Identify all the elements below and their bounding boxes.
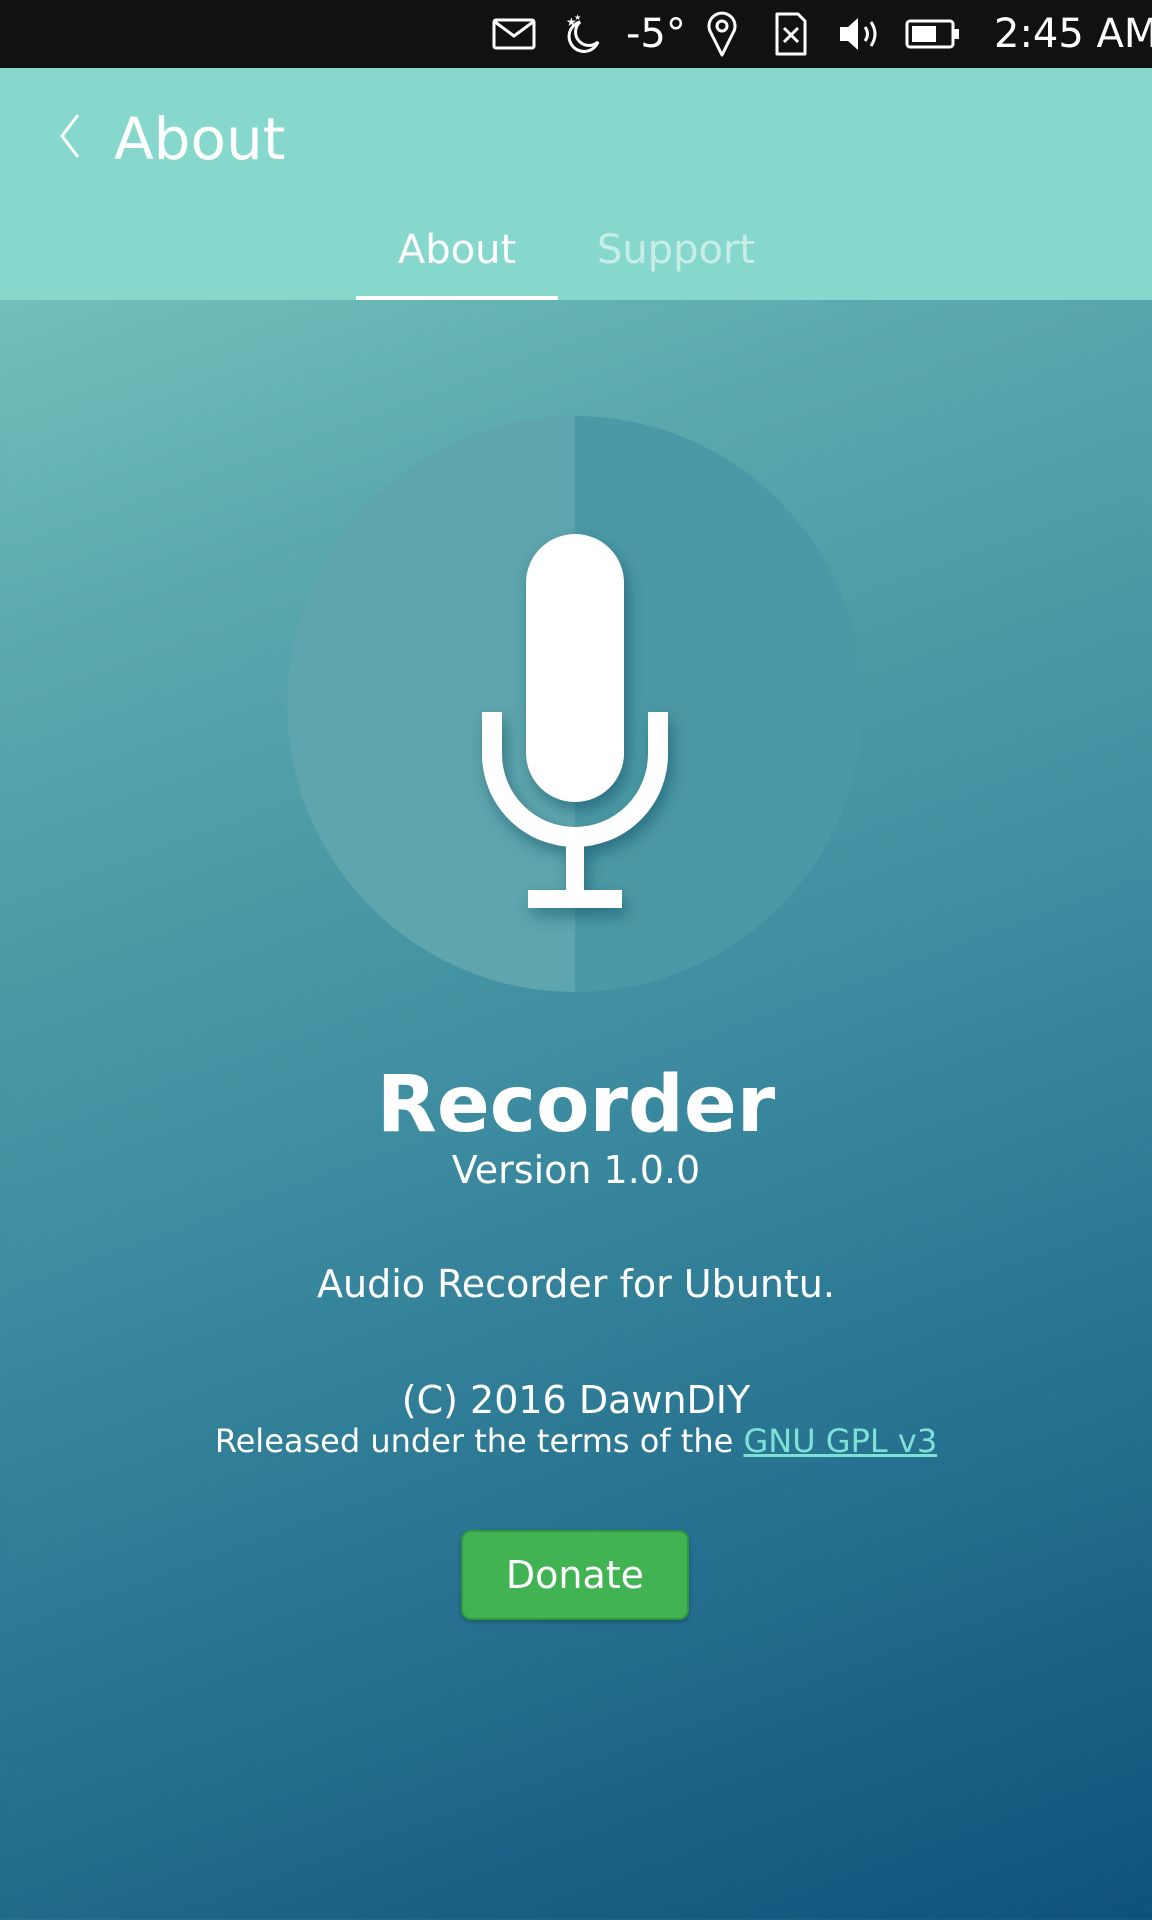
battery-icon bbox=[904, 10, 962, 58]
license-link[interactable]: GNU GPL v3 bbox=[743, 1422, 937, 1460]
night-mode-icon: ★ ★ bbox=[558, 10, 606, 58]
no-sim-icon bbox=[772, 10, 810, 58]
license-text: Released under the terms of the GNU GPL … bbox=[0, 1418, 1152, 1464]
tab-support[interactable]: Support bbox=[596, 226, 756, 300]
page-title: About bbox=[114, 105, 286, 173]
donate-button[interactable]: Donate bbox=[461, 1530, 689, 1620]
copyright-text: (C) 2016 DawnDIY bbox=[401, 1378, 751, 1422]
temperature-label: -5° bbox=[626, 11, 686, 57]
volume-icon bbox=[836, 10, 884, 58]
tab-about[interactable]: About bbox=[356, 226, 558, 300]
location-pin-icon bbox=[704, 10, 740, 58]
app-logo bbox=[287, 416, 863, 992]
back-button[interactable] bbox=[48, 106, 92, 170]
license-prefix: Released under the terms of the bbox=[214, 1422, 734, 1460]
app-name: Recorder bbox=[376, 1060, 776, 1150]
page-header: About About Support bbox=[0, 68, 1152, 300]
status-bar: ★ ★ -5° 2:45 AM bbox=[0, 0, 1152, 68]
svg-text:★: ★ bbox=[574, 13, 581, 22]
tab-about-label: About bbox=[397, 227, 517, 273]
microphone-icon bbox=[287, 416, 863, 992]
app-description: Audio Recorder for Ubuntu. bbox=[317, 1262, 835, 1306]
app-version: Version 1.0.0 bbox=[451, 1148, 701, 1192]
chevron-left-icon bbox=[58, 113, 82, 163]
mail-icon bbox=[490, 10, 538, 58]
active-tab-indicator bbox=[356, 296, 558, 300]
clock-label: 2:45 AM bbox=[994, 11, 1152, 57]
tab-support-label: Support bbox=[596, 227, 756, 273]
